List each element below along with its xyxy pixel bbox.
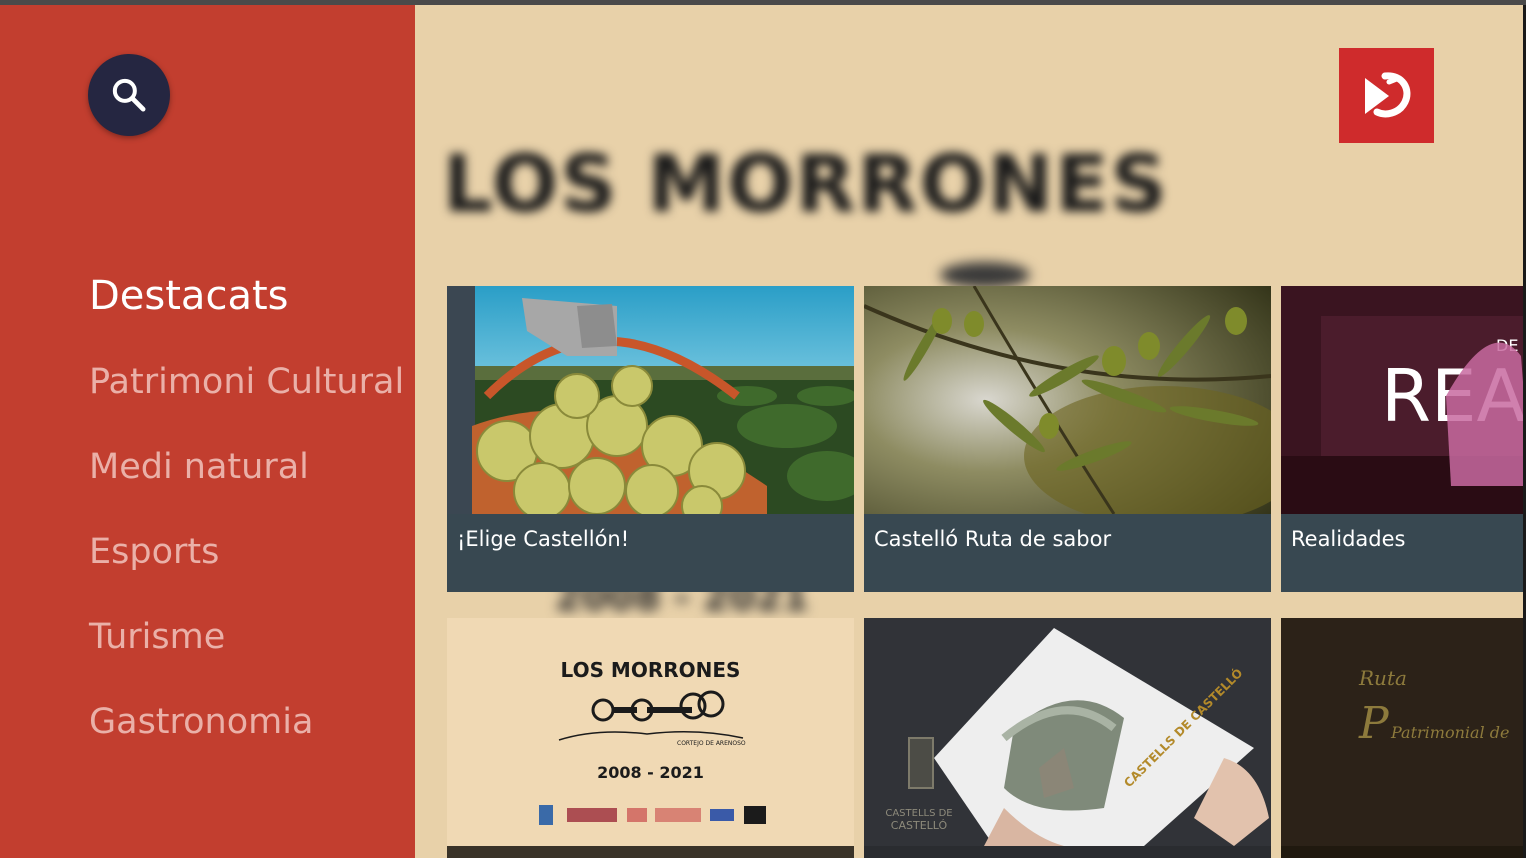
- channel-logo-button[interactable]: [1339, 48, 1434, 143]
- card-thumbnail: REALIDA DE: [1281, 286, 1526, 514]
- poster-chain-graphic: [558, 690, 744, 741]
- realidades-stage-image: REALIDA DE: [1281, 286, 1526, 514]
- card-thumbnail: LOS MORRONES CORTEJO DE ARENOSO 2008 - 2…: [447, 618, 854, 846]
- card-title: Realidades: [1291, 527, 1406, 551]
- search-button[interactable]: [88, 54, 170, 136]
- content-card-ruta-patrimonial[interactable]: Ruta P Patrimonial de: [1281, 618, 1526, 858]
- card-thumbnail: Ruta P Patrimonial de: [1281, 618, 1526, 846]
- content-card-castells-de-castello[interactable]: CASTELLS DE CASTELLÓ CASTELLS DE CASTELL…: [864, 618, 1271, 858]
- castells-logo-line2: CASTELLÓ: [891, 819, 948, 832]
- sidebar-item-esports[interactable]: Esports: [89, 532, 219, 572]
- content-card-los-morrones[interactable]: LOS MORRONES CORTEJO DE ARENOSO 2008 - 2…: [447, 618, 854, 858]
- sidebar-item-destacats[interactable]: Destacats: [89, 273, 288, 319]
- ruta-line1: Ruta: [1358, 666, 1407, 690]
- sidebar-item-gastronomia[interactable]: Gastronomia: [89, 702, 313, 742]
- card-thumbnail: [447, 286, 854, 514]
- content-card-castello-ruta-de-sabor[interactable]: Castelló Ruta de sabor: [864, 286, 1271, 592]
- card-thumbnail: CASTELLS DE CASTELLÓ CASTELLS DE CASTELL…: [864, 618, 1271, 846]
- poster-title: LOS MORRONES: [560, 658, 741, 682]
- background-decoration: [940, 262, 1030, 288]
- olive-branch-image: [864, 286, 1271, 514]
- poster-years: 2008 - 2021: [597, 763, 704, 782]
- card-thumbnail: [864, 286, 1271, 514]
- castells-book-image: CASTELLS DE CASTELLÓ CASTELLS DE CASTELL…: [864, 618, 1271, 846]
- poster-sponsor-logos: [539, 805, 766, 825]
- window-top-border: [0, 0, 1526, 5]
- sidebar-item-patrimoni-cultural[interactable]: Patrimoni Cultural: [89, 362, 404, 402]
- card-title: Castelló Ruta de sabor: [874, 527, 1112, 551]
- sidebar-item-turisme[interactable]: Turisme: [89, 617, 225, 657]
- svg-text:P: P: [1358, 698, 1390, 749]
- content-card-elige-castellon[interactable]: ¡Elige Castellón!: [447, 286, 854, 592]
- main-content: LOS MORRONES 2008 - 2021 ¡Elige Castelló…: [415, 0, 1526, 858]
- channel-logo-icon: [1364, 71, 1410, 117]
- ruta-line2: Patrimonial de: [1390, 723, 1509, 742]
- card-title: ¡Elige Castellón!: [457, 527, 630, 551]
- ruta-patrimonial-image: Ruta P Patrimonial de: [1281, 618, 1526, 846]
- poster-subtitle: CORTEJO DE ARENOSO: [677, 740, 746, 747]
- sidebar-item-medi-natural[interactable]: Medi natural: [89, 447, 309, 487]
- content-card-realidades[interactable]: REALIDA DE Realidades: [1281, 286, 1526, 592]
- background-featured-title: LOS MORRONES: [443, 140, 1169, 230]
- search-icon: [112, 78, 146, 112]
- artichoke-basket-image: [447, 286, 854, 514]
- castells-logo-line1: CASTELLS DE: [885, 808, 952, 819]
- sidebar: Destacats Patrimoni Cultural Medi natura…: [0, 0, 415, 858]
